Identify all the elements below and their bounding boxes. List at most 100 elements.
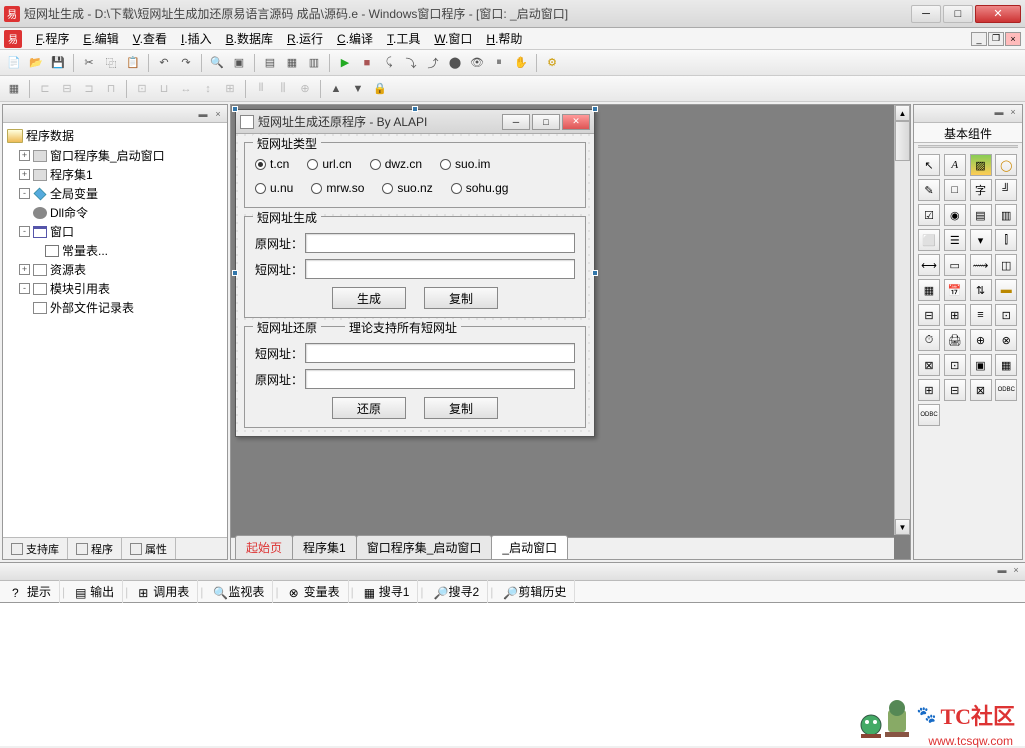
- tree-node[interactable]: 常量表...: [31, 241, 223, 260]
- comp-menu[interactable]: ≡: [970, 304, 992, 326]
- bottom-tab-变量表[interactable]: ⊗变量表: [281, 580, 349, 603]
- comp-sock1[interactable]: ⊟: [944, 379, 966, 401]
- radio-dot[interactable]: [255, 183, 266, 194]
- panel-close[interactable]: ×: [211, 107, 225, 121]
- palette-close[interactable]: ×: [1006, 105, 1020, 119]
- grid-button[interactable]: ▦: [4, 79, 24, 99]
- comp-net1[interactable]: ⊠: [918, 354, 940, 376]
- input-original-url[interactable]: [305, 233, 575, 253]
- comp-serial[interactable]: ⊞: [918, 379, 940, 401]
- compile-button[interactable]: ⚙: [542, 53, 562, 73]
- restore-button[interactable]: 还原: [332, 397, 406, 419]
- project-tree[interactable]: 程序数据 +窗口程序集_启动窗口+程序集1-全局变量Dll命令-窗口常量表...…: [3, 123, 227, 537]
- bottom-tab-搜寻1[interactable]: ▦搜寻1: [356, 580, 419, 603]
- pause-button[interactable]: ⏸: [489, 53, 509, 73]
- radio-dot[interactable]: [311, 183, 322, 194]
- bottom-tab-调用表[interactable]: ⊞调用表: [130, 580, 198, 603]
- bring-front[interactable]: ▲: [326, 79, 346, 99]
- new-button[interactable]: 📄: [4, 53, 24, 73]
- output-pin[interactable]: ▬: [995, 563, 1009, 577]
- comp-slider[interactable]: ⟿: [970, 254, 992, 276]
- open-button[interactable]: 📂: [26, 53, 46, 73]
- radio-suo.nz[interactable]: suo.nz: [382, 181, 432, 195]
- menu-插入[interactable]: I.插入: [175, 28, 218, 49]
- copy-button-1[interactable]: 复制: [424, 287, 498, 309]
- comp-checkbox[interactable]: ☑: [918, 204, 940, 226]
- comp-img[interactable]: ▣: [970, 354, 992, 376]
- bottom-tab-监视表[interactable]: 🔍监视表: [205, 580, 273, 603]
- form-designer[interactable]: 短网址生成还原程序 - By ALAPI ─ □ ✕ 短网址类型 t.cnurl…: [235, 109, 595, 437]
- radio-dot[interactable]: [440, 159, 451, 170]
- radio-dot[interactable]: [255, 159, 266, 170]
- comp-richtext[interactable]: ⊡: [995, 304, 1017, 326]
- comp-frame[interactable]: □: [944, 179, 966, 201]
- comp-hscroll[interactable]: ⟷: [918, 254, 940, 276]
- tree-node[interactable]: -模块引用表: [19, 279, 223, 298]
- tab-start[interactable]: 起始页: [235, 535, 293, 559]
- left-tab-属性[interactable]: 属性: [122, 538, 176, 559]
- menu-工具[interactable]: T.工具: [381, 28, 426, 49]
- comp-scroll[interactable]: ⫿: [995, 229, 1017, 251]
- comp-net2[interactable]: ⊡: [944, 354, 966, 376]
- comp-timer[interactable]: ⏱: [918, 329, 940, 351]
- tree-expand[interactable]: -: [19, 188, 30, 199]
- bottom-tab-剪辑历史[interactable]: 🔎剪辑历史: [495, 580, 575, 603]
- comp-combo[interactable]: ▤: [970, 204, 992, 226]
- scroll-thumb[interactable]: [895, 121, 910, 161]
- bottom-tab-输出[interactable]: ▤输出: [67, 580, 123, 603]
- comp-tab[interactable]: ◫: [995, 254, 1017, 276]
- copy-button[interactable]: ⿻: [101, 53, 121, 73]
- radio-dot[interactable]: [370, 159, 381, 170]
- radio-suo.im[interactable]: suo.im: [440, 157, 490, 171]
- step-over-button[interactable]: ⤹: [379, 53, 399, 73]
- cut-button[interactable]: ✂: [79, 53, 99, 73]
- comp-picture[interactable]: ▨: [970, 154, 992, 176]
- tree-expand[interactable]: -: [19, 226, 30, 237]
- generate-button[interactable]: 生成: [332, 287, 406, 309]
- comp-pointer[interactable]: ↖: [918, 154, 940, 176]
- menu-程序[interactable]: F.程序: [30, 28, 75, 49]
- comp-grid2[interactable]: ▦: [918, 279, 940, 301]
- tree-expand[interactable]: +: [19, 264, 30, 275]
- mdi-restore[interactable]: ❐: [988, 32, 1004, 46]
- mdi-minimize[interactable]: _: [971, 32, 987, 46]
- comp-printer[interactable]: 🖨: [944, 329, 966, 351]
- comp-db2[interactable]: ⊗: [995, 329, 1017, 351]
- undo-button[interactable]: ↶: [154, 53, 174, 73]
- comp-odbc[interactable]: ODBC: [995, 379, 1017, 401]
- comp-list[interactable]: ▥: [995, 204, 1017, 226]
- tab-active[interactable]: _启动窗口: [491, 535, 568, 559]
- hand-button[interactable]: ✋: [511, 53, 531, 73]
- design-vscrollbar[interactable]: ▲ ▼: [894, 105, 910, 535]
- tree-node[interactable]: -全局变量: [19, 184, 223, 203]
- maximize-button[interactable]: □: [943, 5, 973, 23]
- left-tab-程序[interactable]: 程序: [68, 538, 122, 559]
- step-into-button[interactable]: ⤵: [401, 53, 421, 73]
- step-out-button[interactable]: ⤴: [423, 53, 443, 73]
- radio-sohu.gg[interactable]: sohu.gg: [451, 181, 509, 195]
- comp-date[interactable]: 📅: [944, 279, 966, 301]
- comp-ext[interactable]: ODBC: [918, 404, 940, 426]
- left-tab-支持库[interactable]: 支持库: [3, 538, 68, 559]
- tree-expand[interactable]: -: [19, 283, 30, 294]
- input-short-url-2[interactable]: [305, 343, 575, 363]
- tree-node[interactable]: +窗口程序集_启动窗口: [19, 146, 223, 165]
- comp-button[interactable]: ⬜: [918, 229, 940, 251]
- menu-编译[interactable]: C.编译: [331, 28, 379, 49]
- form-close[interactable]: ✕: [562, 114, 590, 130]
- menu-编辑[interactable]: E.编辑: [77, 28, 124, 49]
- comp-toolbar[interactable]: ⊞: [944, 304, 966, 326]
- radio-dot[interactable]: [451, 183, 462, 194]
- bottom-tab-提示[interactable]: ?提示: [4, 580, 60, 603]
- tab-程序集1[interactable]: 程序集1: [292, 535, 357, 559]
- scroll-down[interactable]: ▼: [895, 519, 910, 535]
- lock-button[interactable]: 🔒: [370, 79, 390, 99]
- comp-text[interactable]: 字: [970, 179, 992, 201]
- radio-url.cn[interactable]: url.cn: [307, 157, 351, 171]
- bookmark-button[interactable]: ▣: [229, 53, 249, 73]
- radio-dot[interactable]: [382, 183, 393, 194]
- scroll-up[interactable]: ▲: [895, 105, 910, 121]
- radio-dwz.cn[interactable]: dwz.cn: [370, 157, 422, 171]
- close-button[interactable]: ✕: [975, 5, 1021, 23]
- group-generate[interactable]: 短网址生成 原网址： 短网址： 生成 复制: [244, 216, 586, 318]
